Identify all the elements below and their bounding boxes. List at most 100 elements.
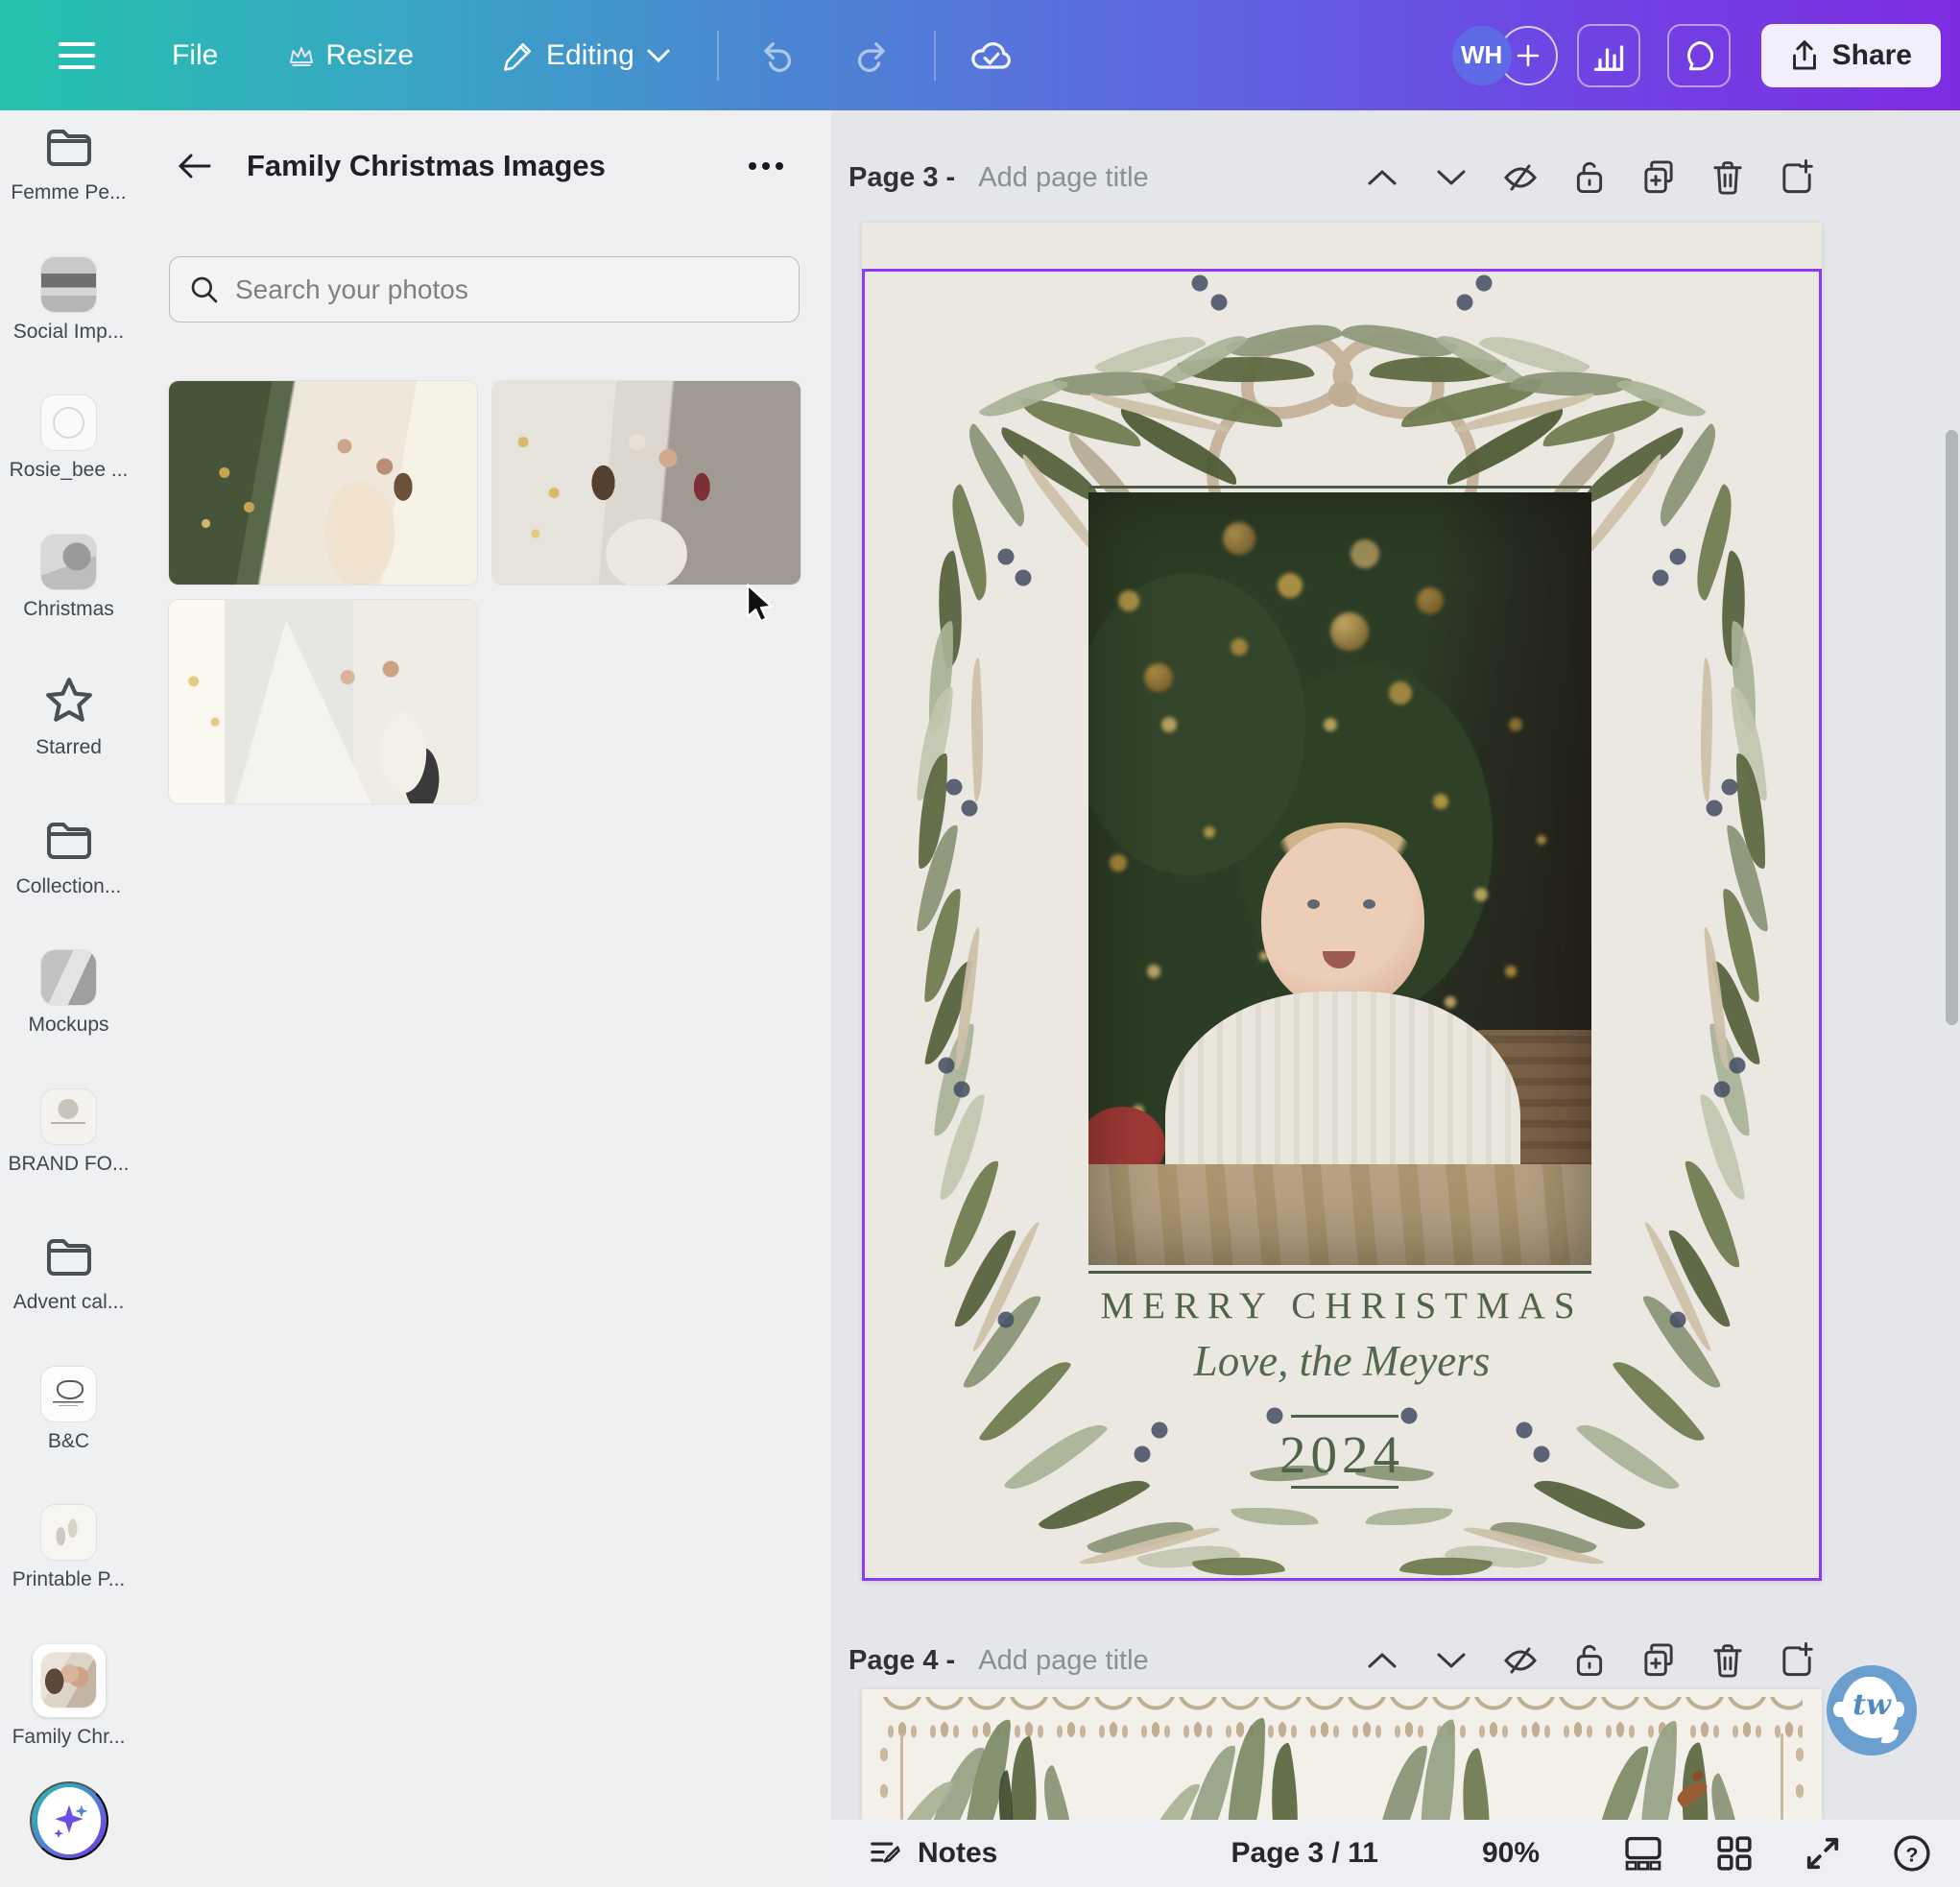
photo-thumbnail-3[interactable] bbox=[169, 600, 477, 803]
comments-button[interactable] bbox=[1667, 24, 1731, 87]
card-signature[interactable]: Love, the Meyers bbox=[862, 1336, 1822, 1386]
mouse-cursor bbox=[745, 584, 779, 624]
folders-sidebar: Femme Pe... Social Imp... Rosie_bee ... Chr… bbox=[0, 110, 137, 1887]
lock-page-button[interactable] bbox=[1568, 156, 1611, 199]
panel-more-button[interactable] bbox=[741, 160, 791, 172]
sidebar-item-christmas[interactable]: Christmas bbox=[0, 535, 137, 621]
bottom-bar: Notes Page 3 / 11 90% ? bbox=[831, 1820, 1960, 1887]
topbar: File Resize Editing WH bbox=[0, 0, 1960, 110]
hide-page-button[interactable] bbox=[1499, 156, 1542, 199]
sidebar-item-label: Mockups bbox=[28, 1014, 108, 1037]
sidebar-item-advent[interactable]: Advent cal... bbox=[0, 1228, 137, 1314]
search-input[interactable] bbox=[233, 274, 779, 306]
move-page-up-button[interactable] bbox=[1361, 156, 1403, 199]
main-menu-button[interactable] bbox=[53, 40, 101, 71]
eye-off-icon bbox=[1501, 1643, 1540, 1678]
sparkle-icon bbox=[48, 1800, 90, 1842]
sidebar-item-starred[interactable]: Starred bbox=[0, 673, 137, 759]
add-page-button[interactable] bbox=[1776, 156, 1818, 199]
page4-card[interactable] bbox=[862, 1689, 1822, 1820]
folder-icon bbox=[41, 118, 96, 173]
sidebar-item-social[interactable]: Social Imp... bbox=[0, 257, 137, 344]
page3-title-input[interactable]: Add page title bbox=[963, 161, 1154, 195]
move-page-down-button[interactable] bbox=[1430, 1639, 1472, 1682]
search-box[interactable] bbox=[169, 256, 800, 322]
tw-extension-badge[interactable]: tw bbox=[1827, 1665, 1917, 1756]
sidebar-item-brand[interactable]: BRAND FO... bbox=[0, 1089, 137, 1176]
sidebar-item-bc[interactable]: B&C bbox=[0, 1367, 137, 1453]
duplicate-icon bbox=[1641, 159, 1676, 196]
file-menu-button[interactable]: File bbox=[166, 38, 224, 73]
folder-thumbnail bbox=[41, 950, 96, 1005]
sidebar-item-printable[interactable]: Printable P... bbox=[0, 1505, 137, 1591]
delete-page-button[interactable] bbox=[1707, 1639, 1749, 1682]
sidebar-item-mockups[interactable]: Mockups bbox=[0, 950, 137, 1037]
sidebar-item-femme[interactable]: Femme Pe... bbox=[0, 118, 137, 204]
pencil-icon bbox=[502, 39, 535, 72]
page4-label: Page 4 - bbox=[849, 1645, 963, 1677]
move-page-up-button[interactable] bbox=[1361, 1639, 1403, 1682]
resize-label: Resize bbox=[325, 39, 414, 72]
hide-page-button[interactable] bbox=[1499, 1639, 1542, 1682]
baby-photo[interactable] bbox=[1088, 492, 1591, 1265]
folder-icon bbox=[41, 812, 96, 867]
grid-view-rows-button[interactable] bbox=[1618, 1834, 1668, 1873]
card-year[interactable]: 2024 bbox=[862, 1424, 1822, 1485]
active-folder-highlight bbox=[33, 1644, 106, 1717]
help-button[interactable]: ? bbox=[1887, 1833, 1937, 1874]
zoom-level[interactable]: 90% bbox=[1482, 1837, 1540, 1870]
duplicate-page-button[interactable] bbox=[1637, 156, 1680, 199]
folder-thumbnail bbox=[41, 1505, 96, 1560]
add-page-button[interactable] bbox=[1776, 1639, 1818, 1682]
unlock-icon bbox=[1574, 1642, 1605, 1679]
lock-page-button[interactable] bbox=[1568, 1639, 1611, 1682]
chevron-up-icon bbox=[1366, 1651, 1398, 1670]
magic-ai-button[interactable] bbox=[30, 1781, 108, 1860]
undo-icon bbox=[759, 38, 798, 73]
sidebar-item-rosie[interactable]: Rosie_bee ... bbox=[0, 395, 137, 482]
chevron-down-icon bbox=[646, 48, 671, 63]
year-rule-bottom bbox=[1291, 1486, 1398, 1489]
sidebar-item-family[interactable]: Family Chr... bbox=[0, 1644, 137, 1749]
canvas-scrollbar[interactable] bbox=[1946, 430, 1958, 1025]
grid-view-button[interactable] bbox=[1710, 1834, 1758, 1873]
sidebar-item-label: BRAND FO... bbox=[8, 1153, 129, 1176]
delete-page-button[interactable] bbox=[1707, 156, 1749, 199]
user-avatar[interactable]: WH bbox=[1452, 26, 1512, 85]
tw-badge-label: tw bbox=[1827, 1688, 1917, 1722]
eye-off-icon bbox=[1501, 160, 1540, 195]
move-page-down-button[interactable] bbox=[1430, 156, 1472, 199]
folder-thumbnail bbox=[41, 1653, 96, 1708]
page4-title-input[interactable]: Add page title bbox=[963, 1644, 1154, 1678]
insights-button[interactable] bbox=[1577, 24, 1640, 87]
page4-toolbar bbox=[1361, 1639, 1818, 1682]
notes-button[interactable]: Notes bbox=[862, 1836, 1003, 1871]
folder-thumbnail bbox=[41, 1089, 96, 1144]
undo-button[interactable] bbox=[753, 37, 803, 74]
sidebar-item-label: Printable P... bbox=[12, 1568, 126, 1591]
sidebar-item-collections[interactable]: Collection... bbox=[0, 812, 137, 898]
svg-text:?: ? bbox=[1905, 1843, 1918, 1866]
sidebar-item-label: Rosie_bee ... bbox=[10, 459, 129, 482]
card-heading[interactable]: MERRY CHRISTMAS bbox=[862, 1284, 1822, 1327]
fullscreen-button[interactable] bbox=[1799, 1834, 1847, 1873]
sidebar-item-label: Social Imp... bbox=[13, 321, 125, 344]
editor-canvas: Page 3 - Add page title bbox=[831, 110, 1960, 1820]
resize-button[interactable]: Resize bbox=[283, 38, 419, 73]
duplicate-page-button[interactable] bbox=[1637, 1639, 1680, 1682]
back-button[interactable] bbox=[172, 151, 218, 181]
editing-mode-button[interactable]: Editing bbox=[496, 38, 677, 73]
page3-card[interactable]: MERRY CHRISTMAS Love, the Meyers 2024 bbox=[862, 223, 1822, 1581]
photo-thumbnail-1[interactable] bbox=[169, 381, 477, 585]
christmas-card-design[interactable]: MERRY CHRISTMAS Love, the Meyers 2024 bbox=[862, 269, 1822, 1581]
share-button[interactable]: Share bbox=[1761, 24, 1941, 87]
redo-button[interactable] bbox=[846, 37, 896, 74]
sidebar-item-label: Advent cal... bbox=[13, 1291, 125, 1314]
arrow-left-icon bbox=[178, 152, 212, 180]
notes-label: Notes bbox=[918, 1837, 997, 1870]
photo-thumbnail-2[interactable] bbox=[492, 381, 801, 585]
photo-top-rule bbox=[1088, 486, 1591, 489]
duplicate-icon bbox=[1641, 1642, 1676, 1679]
folder-thumbnail bbox=[41, 535, 96, 589]
page-indicator[interactable]: Page 3 / 11 bbox=[1231, 1837, 1378, 1870]
